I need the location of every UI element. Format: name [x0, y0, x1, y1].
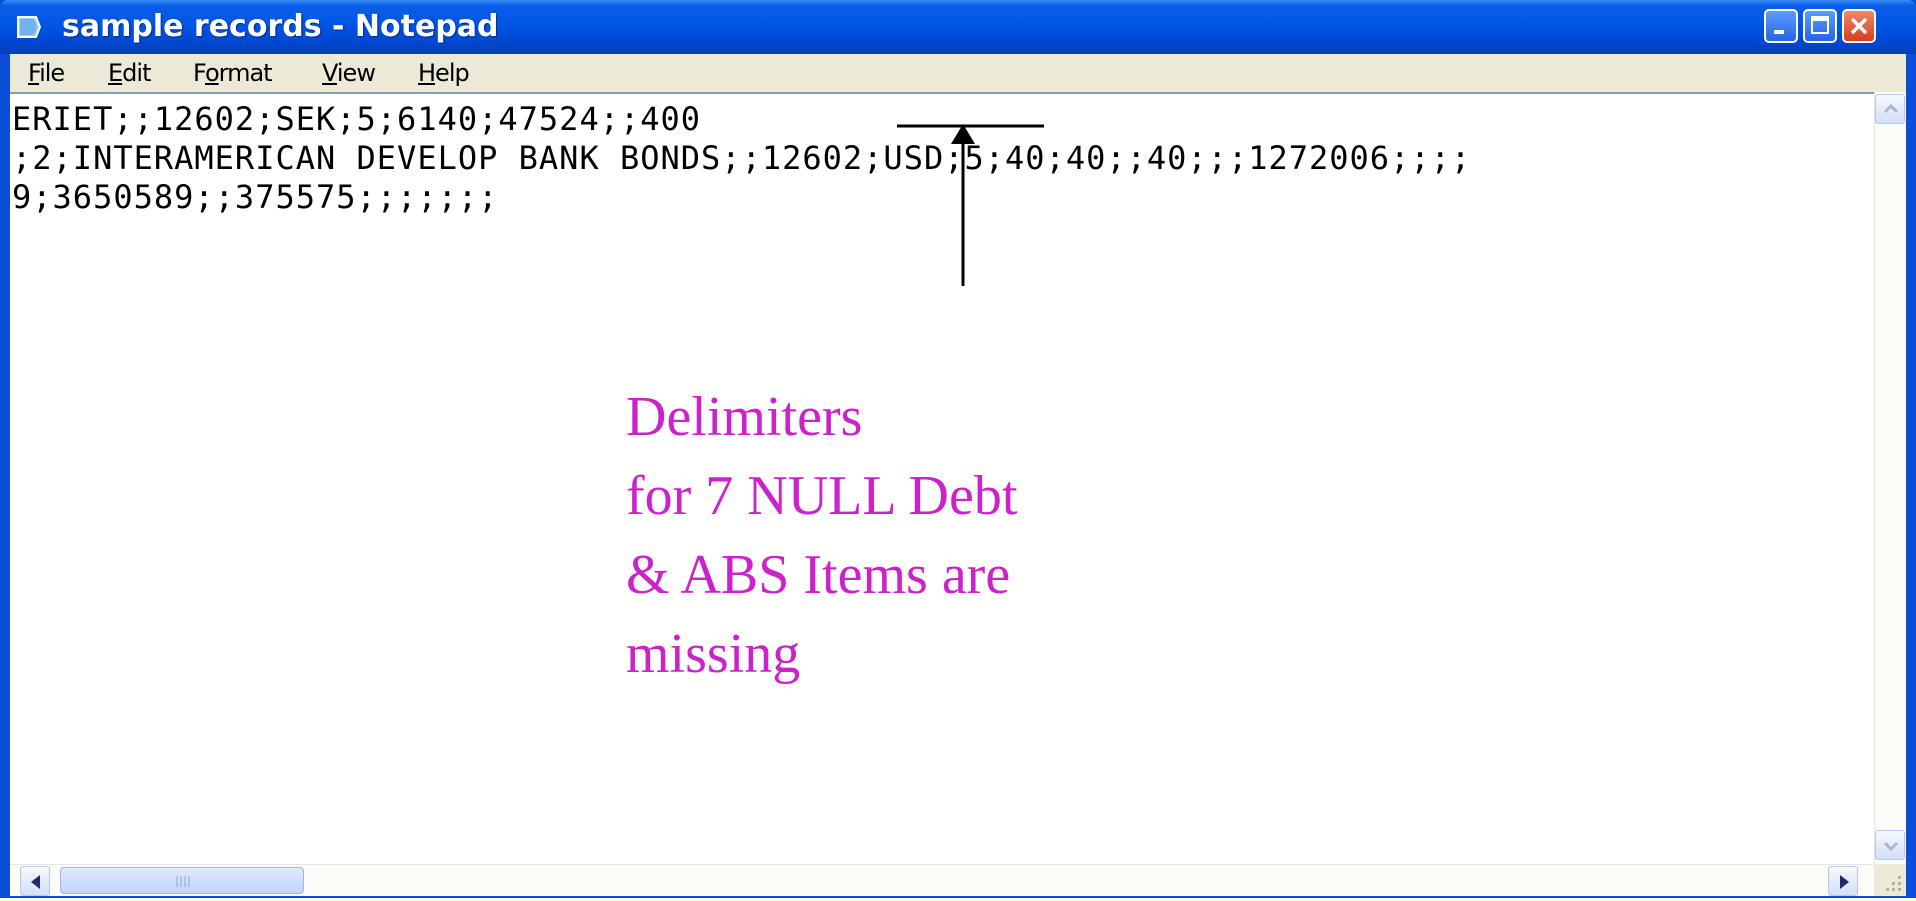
menu-bar: File Edit Format View Help	[10, 54, 1906, 92]
chevron-left-icon	[31, 875, 40, 889]
resize-grip-icon	[1886, 876, 1901, 891]
close-icon	[1850, 17, 1868, 35]
annotation-line-1: Delimiters	[626, 386, 863, 448]
scroll-left-button[interactable]	[20, 866, 50, 896]
minimize-icon	[1774, 30, 1784, 34]
horizontal-scroll-thumb[interactable]	[60, 867, 304, 894]
chevron-down-icon	[1883, 841, 1899, 852]
grip-lines-icon	[176, 876, 190, 887]
annotation-line-2: for 7 NULL Debt	[626, 465, 1018, 527]
vertical-scrollbar[interactable]	[1874, 92, 1906, 864]
text-editor-area[interactable]: ERIET;;12602;SEK;5;6140;47524;;400 ;2;IN…	[10, 92, 1874, 864]
minimize-button[interactable]	[1764, 9, 1798, 43]
annotation-line-4: missing	[626, 623, 801, 685]
menu-file[interactable]: File	[28, 58, 65, 88]
resize-grip[interactable]	[1874, 864, 1906, 896]
chevron-right-icon	[1840, 875, 1849, 889]
annotation-callout: Delimiters for 7 NULL Debt & ABS Items a…	[626, 378, 1017, 694]
menu-edit[interactable]: Edit	[108, 58, 151, 88]
menu-help[interactable]: Help	[418, 58, 470, 88]
horizontal-scrollbar[interactable]	[10, 864, 1874, 896]
scroll-right-button[interactable]	[1828, 866, 1858, 896]
chevron-up-icon	[1883, 103, 1899, 114]
menu-view[interactable]: View	[322, 58, 376, 88]
menu-format[interactable]: Format	[193, 58, 273, 88]
notepad-window: sample records - Notepad File Edit Forma…	[0, 0, 1916, 898]
maximize-button[interactable]	[1803, 9, 1837, 43]
title-bar[interactable]: sample records - Notepad	[0, 0, 1916, 54]
maximize-icon	[1811, 16, 1829, 34]
annotation-arrow-icon	[897, 124, 1044, 286]
scroll-up-button[interactable]	[1875, 94, 1905, 124]
annotation-line-3: & ABS Items are	[626, 544, 1011, 606]
window-title: sample records - Notepad	[62, 9, 499, 44]
scroll-down-button[interactable]	[1875, 830, 1905, 860]
close-button[interactable]	[1842, 9, 1876, 43]
notepad-app-icon[interactable]	[14, 13, 42, 41]
